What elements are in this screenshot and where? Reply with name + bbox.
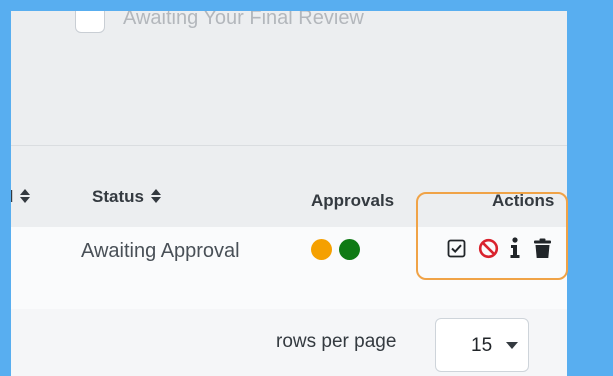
approve-icon[interactable] bbox=[446, 238, 466, 258]
status-cell: Awaiting Approval bbox=[81, 240, 240, 262]
column-header-status[interactable]: Status bbox=[92, 187, 161, 207]
awaiting-review-label: Awaiting Your Final Review bbox=[123, 11, 364, 29]
approval-pending-indicator bbox=[311, 239, 332, 260]
approval-approved-indicator bbox=[339, 239, 360, 260]
sort-icon bbox=[150, 188, 161, 203]
awaiting-review-checkbox[interactable] bbox=[75, 11, 105, 33]
filter-area: Awaiting Your Final Review bbox=[11, 11, 567, 145]
reject-icon[interactable] bbox=[477, 238, 499, 258]
sort-icon bbox=[20, 188, 31, 203]
info-icon[interactable] bbox=[508, 237, 522, 258]
column-header-partial-label: d bbox=[11, 187, 13, 206]
column-header-status-label: Status bbox=[92, 187, 144, 206]
actions-highlight bbox=[416, 192, 568, 280]
column-header-partial[interactable]: d bbox=[11, 187, 31, 207]
trash-icon[interactable] bbox=[531, 238, 553, 258]
rows-per-page-value: 15 bbox=[471, 335, 493, 356]
column-header-approvals: Approvals bbox=[311, 191, 395, 210]
rows-per-page-select[interactable]: 15 bbox=[435, 318, 529, 372]
rows-per-page-label: rows per page bbox=[276, 331, 397, 352]
chevron-down-icon bbox=[506, 342, 518, 349]
